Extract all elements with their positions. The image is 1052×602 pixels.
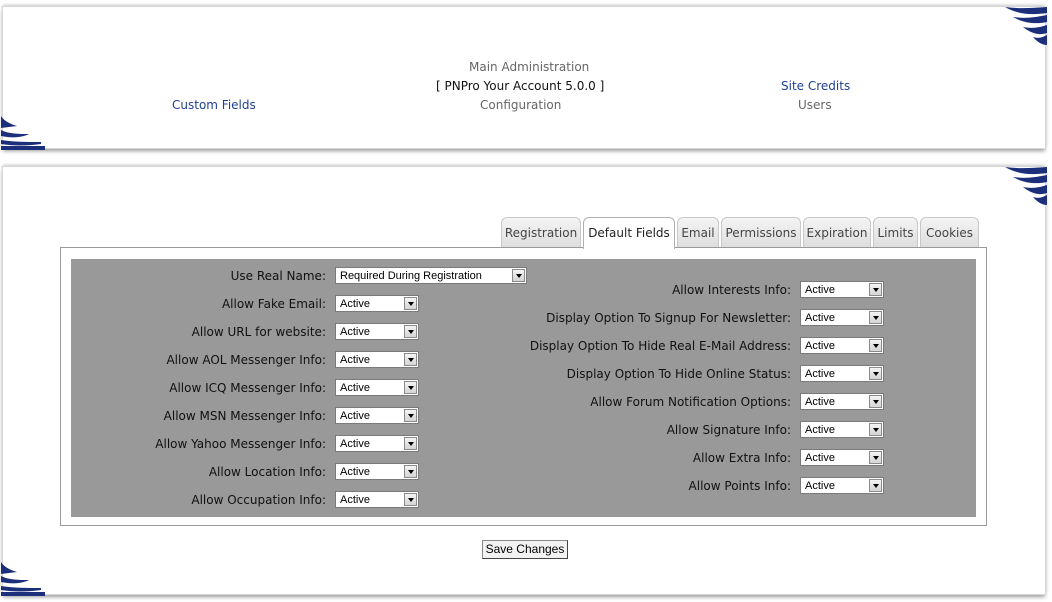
configuration-link[interactable]: Configuration xyxy=(480,98,561,112)
chevron-down-icon xyxy=(869,423,882,436)
allow-fake-email-select[interactable]: Active xyxy=(335,295,419,312)
chevron-down-icon xyxy=(404,297,417,310)
chevron-down-icon xyxy=(512,269,525,282)
allow-yahoo-label: Allow Yahoo Messenger Info: xyxy=(155,437,326,451)
chevron-down-icon xyxy=(869,367,882,380)
chevron-down-icon xyxy=(869,339,882,352)
chevron-down-icon xyxy=(869,311,882,324)
swoosh-logo-icon xyxy=(1003,5,1047,47)
swoosh-logo-icon xyxy=(1,554,45,596)
allow-fake-email-label: Allow Fake Email: xyxy=(221,297,326,311)
tab-registration[interactable]: Registration xyxy=(501,217,581,247)
chevron-down-icon xyxy=(404,493,417,506)
tab-email[interactable]: Email xyxy=(677,217,719,247)
allow-location-label: Allow Location Info: xyxy=(208,465,326,479)
module-version-title: [ PNPro Your Account 5.0.0 ] xyxy=(436,79,605,93)
site-credits-link[interactable]: Site Credits xyxy=(781,79,850,93)
allow-aol-label: Allow AOL Messenger Info: xyxy=(166,353,326,367)
admin-nav-panel: Main Administration [ PNPro Your Account… xyxy=(1,5,1047,150)
allow-aol-select[interactable]: Active xyxy=(335,351,419,368)
allow-yahoo-select[interactable]: Active xyxy=(335,435,419,452)
allow-points-label: Allow Points Info: xyxy=(688,479,791,493)
allow-url-select[interactable]: Active xyxy=(335,323,419,340)
tab-content: Use Real Name: Required During Registrat… xyxy=(60,247,987,526)
allow-occupation-select[interactable]: Active xyxy=(335,491,419,508)
default-fields-form: Use Real Name: Required During Registrat… xyxy=(71,259,976,517)
chevron-down-icon xyxy=(869,283,882,296)
allow-points-select[interactable]: Active xyxy=(800,477,884,494)
allow-location-select[interactable]: Active xyxy=(335,463,419,480)
newsletter-option-label: Display Option To Signup For Newsletter: xyxy=(546,311,791,325)
tab-default-fields[interactable]: Default Fields xyxy=(583,217,675,249)
allow-interests-label: Allow Interests Info: xyxy=(672,283,791,297)
chevron-down-icon xyxy=(869,395,882,408)
allow-extra-select[interactable]: Active xyxy=(800,449,884,466)
chevron-down-icon xyxy=(404,325,417,338)
chevron-down-icon xyxy=(404,353,417,366)
use-real-name-label: Use Real Name: xyxy=(230,269,326,283)
swoosh-logo-icon xyxy=(1,108,45,150)
hide-online-status-select[interactable]: Active xyxy=(800,365,884,382)
users-link[interactable]: Users xyxy=(798,98,832,112)
allow-url-label: Allow URL for website: xyxy=(191,325,326,339)
forum-notification-select[interactable]: Active xyxy=(800,393,884,410)
save-changes-button[interactable]: Save Changes xyxy=(482,540,568,559)
newsletter-option-select[interactable]: Active xyxy=(800,309,884,326)
allow-interests-select[interactable]: Active xyxy=(800,281,884,298)
chevron-down-icon xyxy=(404,409,417,422)
hide-online-status-label: Display Option To Hide Online Status: xyxy=(566,367,791,381)
allow-occupation-label: Allow Occupation Info: xyxy=(191,493,326,507)
allow-msn-label: Allow MSN Messenger Info: xyxy=(163,409,326,423)
chevron-down-icon xyxy=(869,451,882,464)
custom-fields-link[interactable]: Custom Fields xyxy=(172,98,256,112)
allow-msn-select[interactable]: Active xyxy=(335,407,419,424)
chevron-down-icon xyxy=(404,465,417,478)
main-administration-link[interactable]: Main Administration xyxy=(469,60,589,74)
allow-extra-label: Allow Extra Info: xyxy=(692,451,791,465)
allow-icq-select[interactable]: Active xyxy=(335,379,419,396)
allow-icq-label: Allow ICQ Messenger Info: xyxy=(169,381,326,395)
allow-signature-label: Allow Signature Info: xyxy=(666,423,791,437)
hide-email-option-select[interactable]: Active xyxy=(800,337,884,354)
use-real-name-select[interactable]: Required During Registration xyxy=(335,267,527,284)
tab-expiration[interactable]: Expiration xyxy=(803,217,871,247)
forum-notification-label: Allow Forum Notification Options: xyxy=(590,395,791,409)
settings-panel: Registration Default Fields Email Permis… xyxy=(1,165,1047,596)
chevron-down-icon xyxy=(404,381,417,394)
tab-limits[interactable]: Limits xyxy=(873,217,918,247)
tab-cookies[interactable]: Cookies xyxy=(920,217,979,247)
swoosh-logo-icon xyxy=(1003,165,1047,207)
allow-signature-select[interactable]: Active xyxy=(800,421,884,438)
chevron-down-icon xyxy=(869,479,882,492)
chevron-down-icon xyxy=(404,437,417,450)
hide-email-option-label: Display Option To Hide Real E-Mail Addre… xyxy=(529,339,791,353)
tab-permissions[interactable]: Permissions xyxy=(721,217,801,247)
